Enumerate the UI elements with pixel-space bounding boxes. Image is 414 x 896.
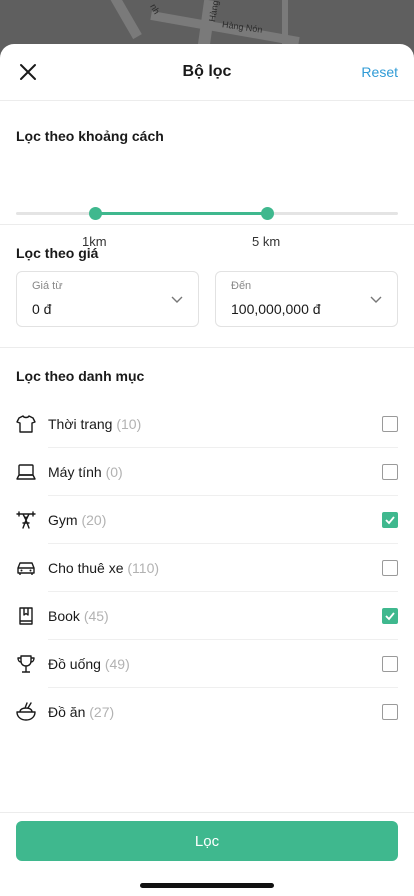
apply-filter-button[interactable]: Lọc: [16, 821, 398, 861]
category-label: Thời trang: [48, 416, 113, 432]
price-to-value: 100,000,000 đ: [231, 301, 321, 317]
category-item-may-tinh[interactable]: Máy tính (0): [16, 448, 398, 496]
category-checkbox[interactable]: [382, 464, 398, 480]
category-checkbox[interactable]: [382, 704, 398, 720]
category-count: (10): [116, 416, 142, 432]
category-title: Lọc theo danh mục: [16, 368, 145, 384]
category-checkbox[interactable]: [382, 656, 398, 672]
distance-filter: Lọc theo khoảng cách 1km 5 km: [0, 101, 414, 249]
category-label: Gym: [48, 512, 78, 528]
gym-icon: [16, 511, 36, 529]
category-count: (0): [105, 464, 123, 480]
price-from-caption: Giá từ: [32, 280, 63, 292]
category-item-do-uong[interactable]: Đồ uống (49): [16, 640, 398, 688]
slider-min-handle[interactable]: [89, 207, 102, 220]
category-label: Đồ uống: [48, 656, 101, 672]
reset-button[interactable]: Reset: [361, 64, 398, 80]
map-label: Hàng: [206, 0, 221, 23]
category-item-gym[interactable]: Gym (20): [16, 496, 398, 544]
distance-slider[interactable]: [16, 207, 398, 221]
category-label: Đồ ăn: [48, 704, 86, 720]
category-checkbox[interactable]: [382, 560, 398, 576]
slider-max-handle[interactable]: [261, 207, 274, 220]
home-indicator: [140, 883, 274, 888]
category-label: Cho thuê xe: [48, 560, 124, 576]
chevron-down-icon: [370, 296, 382, 303]
category-count: (110): [127, 560, 160, 576]
map-road: [108, 0, 142, 40]
category-checkbox[interactable]: [382, 608, 398, 624]
category-item-cho-thue-xe[interactable]: Cho thuê xe (110): [16, 544, 398, 592]
slider-range: [95, 212, 267, 215]
shirt-icon: [16, 415, 36, 433]
filter-sheet: Bộ lọc Reset Lọc theo khoảng cách 1km 5 …: [0, 44, 414, 896]
price-from-value: 0 đ: [32, 301, 52, 317]
check-icon: [385, 612, 395, 621]
category-item-book[interactable]: Book (45): [16, 592, 398, 640]
close-icon[interactable]: [18, 62, 38, 82]
category-label: Máy tính: [48, 464, 102, 480]
category-checkbox[interactable]: [382, 512, 398, 528]
car-icon: [17, 562, 35, 575]
page-title: Bộ lọc: [182, 63, 232, 80]
book-icon: [19, 607, 33, 625]
category-label: Book: [48, 608, 80, 624]
laptop-icon: [16, 464, 36, 480]
chevron-down-icon: [171, 296, 183, 303]
category-item-do-an[interactable]: Đồ ăn (27): [16, 688, 398, 736]
price-filter: Lọc theo giá Giá từ 0 đ Đến 100,000,000 …: [0, 225, 414, 348]
price-to-select[interactable]: Đến 100,000,000 đ: [215, 271, 398, 327]
category-count: (20): [81, 512, 107, 528]
category-item-thoi-trang[interactable]: Thời trang (10): [16, 400, 398, 448]
distance-title: Lọc theo khoảng cách: [16, 128, 164, 144]
price-to-caption: Đến: [231, 280, 252, 292]
category-checkbox[interactable]: [382, 416, 398, 432]
category-count: (49): [104, 656, 130, 672]
category-count: (45): [83, 608, 109, 624]
food-bowl-icon: [16, 702, 36, 721]
drink-icon: [17, 655, 35, 673]
check-icon: [385, 516, 395, 525]
sheet-header: Bộ lọc Reset: [0, 44, 414, 101]
category-count: (27): [89, 704, 115, 720]
price-title: Lọc theo giá: [16, 245, 99, 261]
price-from-select[interactable]: Giá từ 0 đ: [16, 271, 199, 327]
